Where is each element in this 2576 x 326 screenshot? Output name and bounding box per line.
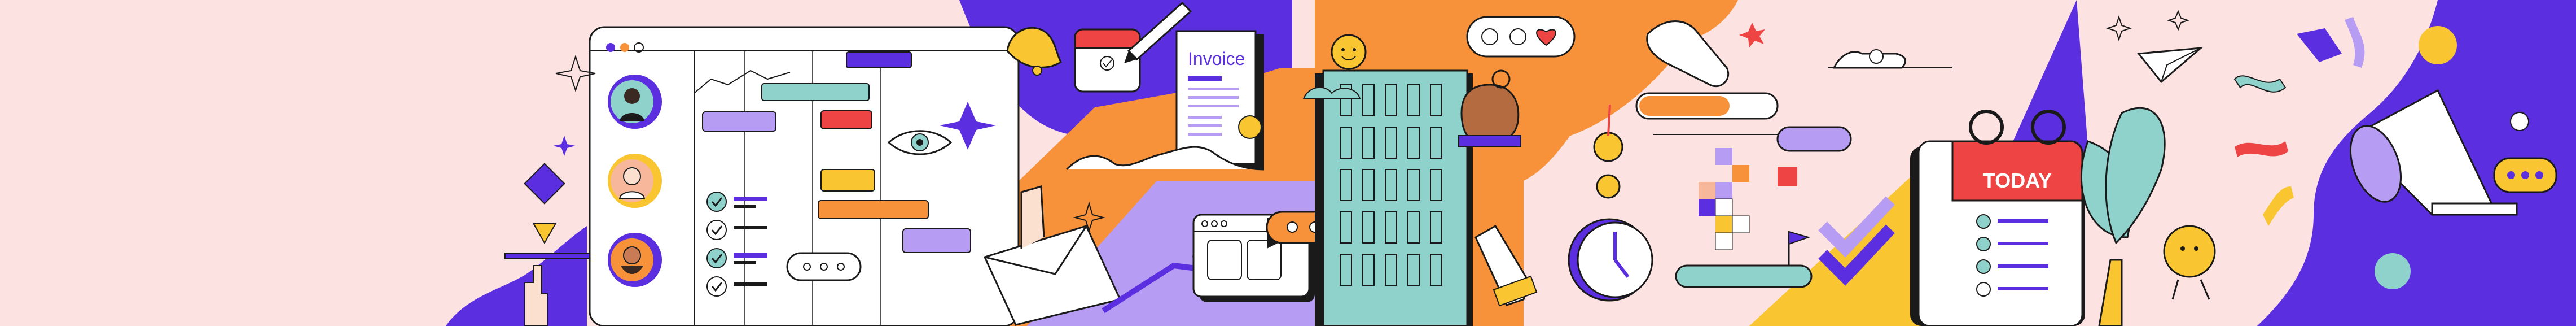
gantt-bar (820, 110, 872, 129)
gantt-bar (820, 169, 875, 192)
today-calendar: TODAY (1910, 110, 2085, 326)
checkbox-icon (706, 192, 727, 212)
window-dot (606, 43, 615, 52)
chat-bubble-icon (2493, 157, 2557, 193)
office-building (1315, 69, 1473, 326)
avatar (608, 154, 662, 208)
task-line (734, 205, 756, 208)
coin-icon (1238, 115, 1262, 139)
task-line (734, 253, 767, 258)
gantt-bar (761, 83, 870, 101)
avatar (608, 233, 662, 287)
coin-icon (1596, 174, 1621, 199)
slider-fill (1639, 96, 1730, 116)
smiley-icon (1331, 34, 1367, 70)
clock-icon (1568, 218, 1653, 302)
task-line (734, 261, 756, 264)
checkbox-icon (706, 248, 727, 268)
avatar (608, 75, 662, 129)
gantt-bar (818, 200, 929, 219)
shelf-bar (504, 253, 590, 259)
coin-icon (1593, 132, 1623, 162)
task-line (734, 197, 767, 201)
task-line (734, 226, 767, 229)
gantt-bar (702, 111, 776, 132)
heart-bubble (1466, 16, 1576, 58)
checkbox-icon (706, 276, 727, 297)
gantt-bar (902, 228, 971, 253)
gantt-app-window (589, 26, 1020, 326)
invoice-title: Invoice (1188, 49, 1245, 69)
illustration-banner: Invoice TODAY (0, 0, 2576, 326)
calendar-label: TODAY (1983, 169, 2052, 192)
checkbox-icon (706, 220, 727, 240)
window-dot (620, 43, 629, 52)
pill-shape (1776, 126, 1852, 152)
gantt-bar (846, 51, 912, 68)
pill-shape (1675, 264, 1813, 288)
chat-bubble-icon (786, 252, 862, 281)
task-line (734, 282, 767, 286)
